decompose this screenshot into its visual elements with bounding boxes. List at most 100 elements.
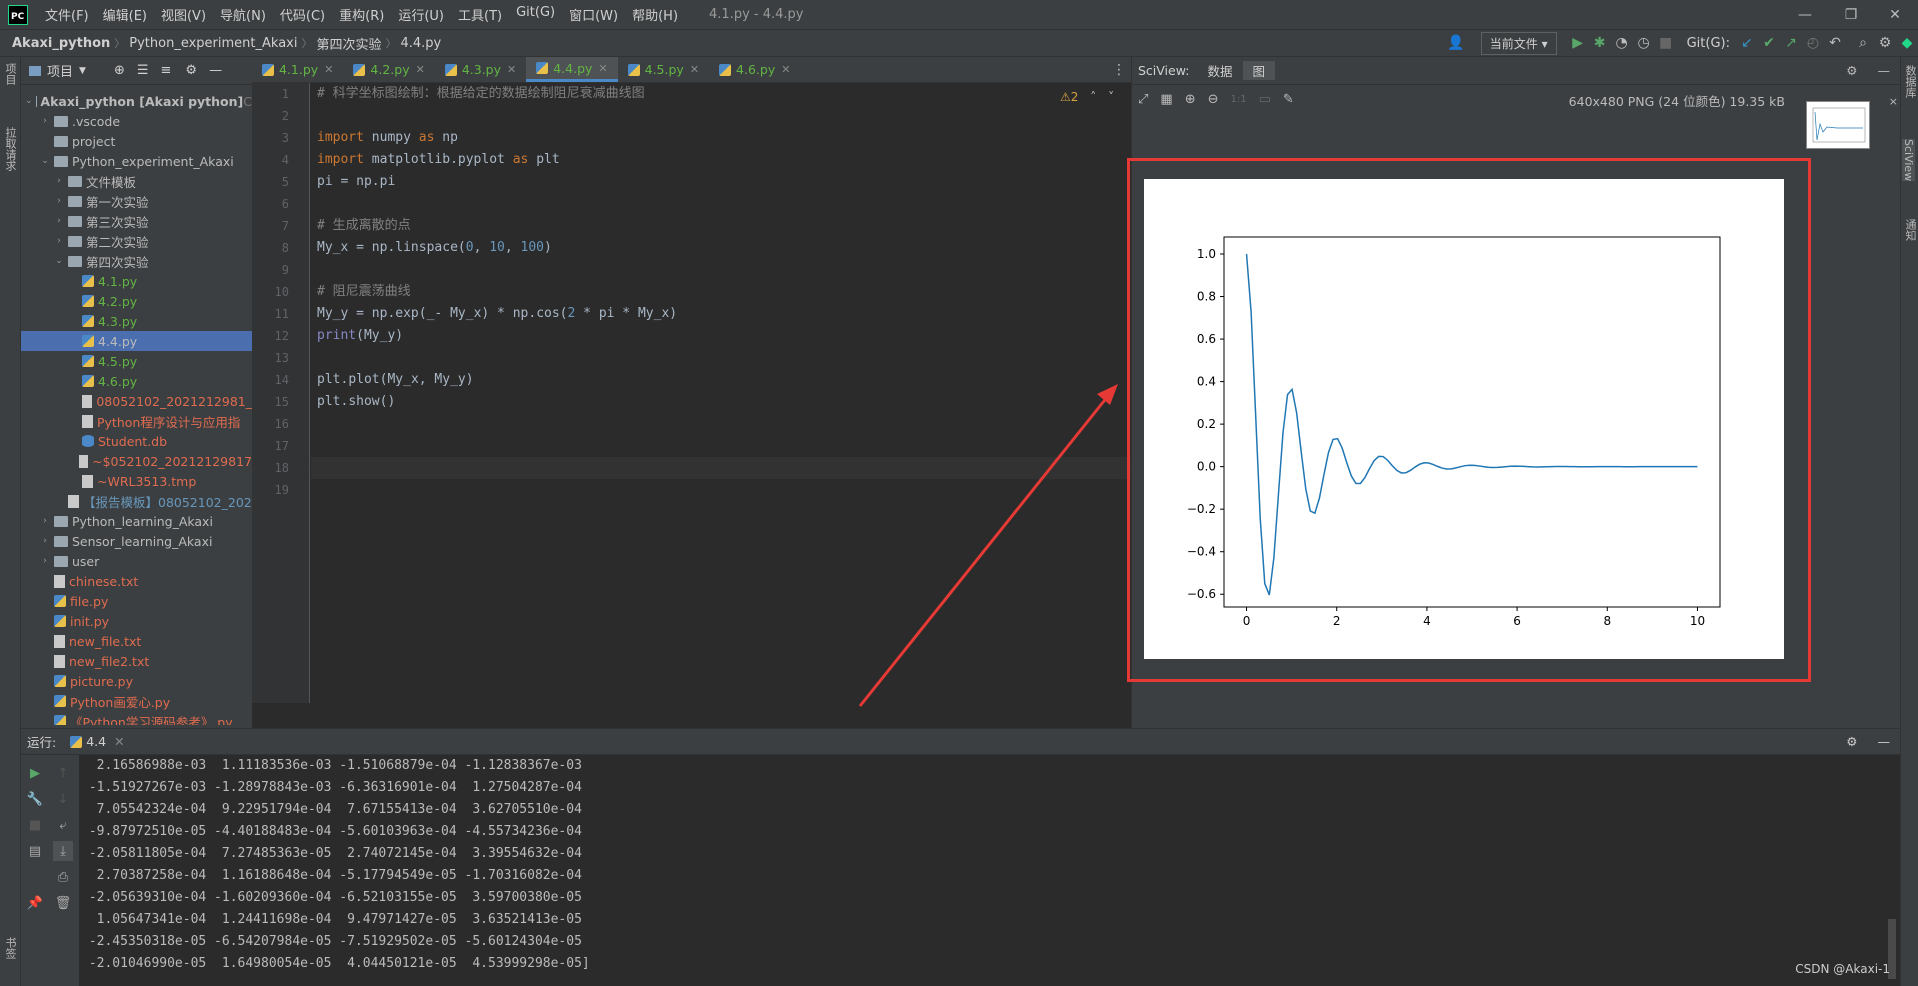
menu-item[interactable]: 窗口(W): [562, 5, 625, 24]
settings-gear-icon[interactable]: ⚙: [1874, 32, 1896, 54]
grid-icon[interactable]: ▦: [1160, 92, 1172, 107]
tree-item[interactable]: › Python_learning_Akaxi: [21, 511, 252, 531]
soft-wrap-icon[interactable]: ⤶: [53, 815, 73, 835]
code-line[interactable]: [311, 435, 1131, 457]
coverage-icon[interactable]: ◔: [1611, 32, 1633, 54]
warning-count[interactable]: ⚠2: [1060, 90, 1078, 104]
tree-item[interactable]: › 第二次实验: [21, 231, 252, 251]
chevron-right-icon[interactable]: ›: [53, 216, 65, 226]
options-gear-icon[interactable]: ⚙: [185, 63, 197, 78]
tree-item[interactable]: ~$052102_20212129817: [21, 451, 252, 471]
tree-item[interactable]: 【报告模板】08052102_202: [21, 491, 252, 511]
chevron-down-icon[interactable]: ˅: [1108, 90, 1114, 104]
code-line[interactable]: [311, 259, 1131, 281]
scroll-down-icon[interactable]: ↓: [53, 789, 73, 809]
hide-panel-icon[interactable]: —: [209, 63, 222, 78]
code-line[interactable]: plt.plot(My_x, My_y): [311, 369, 1131, 391]
editor-tab[interactable]: 4.1.py ✕: [252, 57, 343, 82]
chevron-right-icon[interactable]: ›: [39, 516, 51, 526]
git-history-icon[interactable]: ◴: [1802, 32, 1824, 54]
tree-item[interactable]: ⌄ 第四次实验: [21, 251, 252, 271]
restore-icon[interactable]: ❐: [1828, 0, 1874, 29]
tree-item[interactable]: › user: [21, 551, 252, 571]
close-run-tab-icon[interactable]: ✕: [114, 734, 124, 749]
code-line[interactable]: plt.show(): [311, 391, 1131, 413]
close-tab-icon[interactable]: ✕: [690, 63, 699, 76]
expand-all-icon[interactable]: ☰: [137, 63, 149, 78]
tree-item[interactable]: Python画爱心.py: [21, 691, 252, 711]
project-tool-tab[interactable]: 项目: [2, 63, 18, 85]
code-line[interactable]: [311, 479, 1131, 501]
close-tab-icon[interactable]: ✕: [507, 63, 516, 76]
chevron-down-icon[interactable]: ⌄: [25, 96, 33, 106]
breadcrumb-item[interactable]: 4.4.py: [396, 36, 445, 51]
print-icon[interactable]: ⎙: [53, 867, 73, 887]
debug-icon[interactable]: ✱: [1589, 32, 1611, 54]
scroll-to-end-icon[interactable]: ⤓: [53, 841, 73, 861]
menu-item[interactable]: 视图(V): [154, 5, 213, 24]
more-tabs-icon[interactable]: ⋮: [1112, 62, 1126, 78]
sciview-tab-plots[interactable]: 图: [1242, 61, 1276, 80]
menu-item[interactable]: 代码(C): [273, 5, 332, 24]
tree-item[interactable]: › Sensor_learning_Akaxi: [21, 531, 252, 551]
wrench-icon[interactable]: 🔧: [25, 789, 45, 809]
chevron-right-icon[interactable]: ›: [53, 236, 65, 246]
editor-tab[interactable]: 4.4.py ✕: [526, 57, 618, 82]
profile-icon[interactable]: ◷: [1633, 32, 1655, 54]
database-tool-tab[interactable]: 数据库: [1902, 65, 1918, 98]
chevron-right-icon[interactable]: ›: [39, 556, 51, 566]
close-tab-icon[interactable]: ✕: [416, 63, 425, 76]
code-line[interactable]: [311, 413, 1131, 435]
project-panel-title[interactable]: 项目: [47, 61, 73, 80]
bookmarks-tool-tab[interactable]: 书签: [2, 937, 18, 959]
sciview-hide-icon[interactable]: —: [1878, 63, 1891, 78]
tree-item[interactable]: 4.3.py: [21, 311, 252, 331]
run-icon[interactable]: ▶: [1567, 32, 1589, 54]
sciview-tool-tab[interactable]: SciView: [1902, 139, 1915, 182]
chevron-right-icon[interactable]: ›: [53, 176, 65, 186]
code-editor[interactable]: # 科学坐标图绘制：根据给定的数据绘制阻尼衰减曲线图 import numpy a…: [311, 83, 1131, 703]
tree-item[interactable]: new_file2.txt: [21, 651, 252, 671]
tree-item[interactable]: 4.4.py: [21, 331, 252, 351]
plot-thumbnail[interactable]: [1806, 101, 1870, 149]
close-thumbnail-icon[interactable]: ×: [1889, 95, 1898, 108]
pull-requests-tool-tab[interactable]: 拉取请求: [2, 127, 18, 171]
code-line[interactable]: [311, 347, 1131, 369]
menu-item[interactable]: 编辑(E): [96, 5, 154, 24]
clear-trash-icon[interactable]: 🗑: [53, 893, 73, 913]
run-gear-icon[interactable]: ⚙: [1846, 734, 1857, 749]
chevron-up-icon[interactable]: ˄: [1090, 90, 1096, 104]
scroll-up-icon[interactable]: ↑: [53, 763, 73, 783]
tree-item[interactable]: new_file.txt: [21, 631, 252, 651]
tree-item[interactable]: ⌄ Akaxi_python [Akaxi python] C: [21, 91, 252, 111]
tree-item[interactable]: › 文件模板: [21, 171, 252, 191]
tree-item[interactable]: › 第一次实验: [21, 191, 252, 211]
tree-item[interactable]: file.py: [21, 591, 252, 611]
git-rollback-icon[interactable]: ↶: [1824, 32, 1846, 54]
git-push-icon[interactable]: ↗: [1780, 32, 1802, 54]
breadcrumb-item[interactable]: Akaxi_python: [8, 36, 114, 51]
chevron-down-icon[interactable]: ⌄: [39, 156, 51, 166]
actual-size-icon[interactable]: 1:1: [1231, 94, 1247, 105]
layout-icon[interactable]: ▤: [25, 841, 45, 861]
code-line[interactable]: My_x = np.linspace(0, 10, 100): [311, 237, 1131, 259]
zoom-out-icon[interactable]: ⊖: [1208, 92, 1219, 107]
git-commit-icon[interactable]: ✔: [1758, 32, 1780, 54]
code-line[interactable]: import numpy as np: [311, 127, 1131, 149]
color-picker-icon[interactable]: ✎: [1283, 92, 1294, 107]
tree-item[interactable]: picture.py: [21, 671, 252, 691]
tree-item[interactable]: Python程序设计与应用指: [21, 411, 252, 431]
menu-item[interactable]: 文件(F): [38, 5, 96, 24]
chevron-right-icon[interactable]: ›: [39, 536, 51, 546]
sciview-gear-icon[interactable]: ⚙: [1846, 63, 1857, 78]
git-update-icon[interactable]: ↙: [1736, 32, 1758, 54]
sciview-tab-data[interactable]: 数据: [1197, 61, 1242, 80]
code-line[interactable]: # 生成离散的点: [311, 215, 1131, 237]
close-tab-icon[interactable]: ✕: [598, 62, 607, 75]
run-hide-icon[interactable]: —: [1878, 734, 1891, 749]
run-tab-4-4[interactable]: 4.4: [86, 734, 106, 749]
fit-zoom-icon[interactable]: ⤢: [1138, 92, 1148, 107]
code-line[interactable]: [311, 105, 1131, 127]
tree-item[interactable]: 4.2.py: [21, 291, 252, 311]
tree-item[interactable]: 08052102_2021212981_: [21, 391, 252, 411]
